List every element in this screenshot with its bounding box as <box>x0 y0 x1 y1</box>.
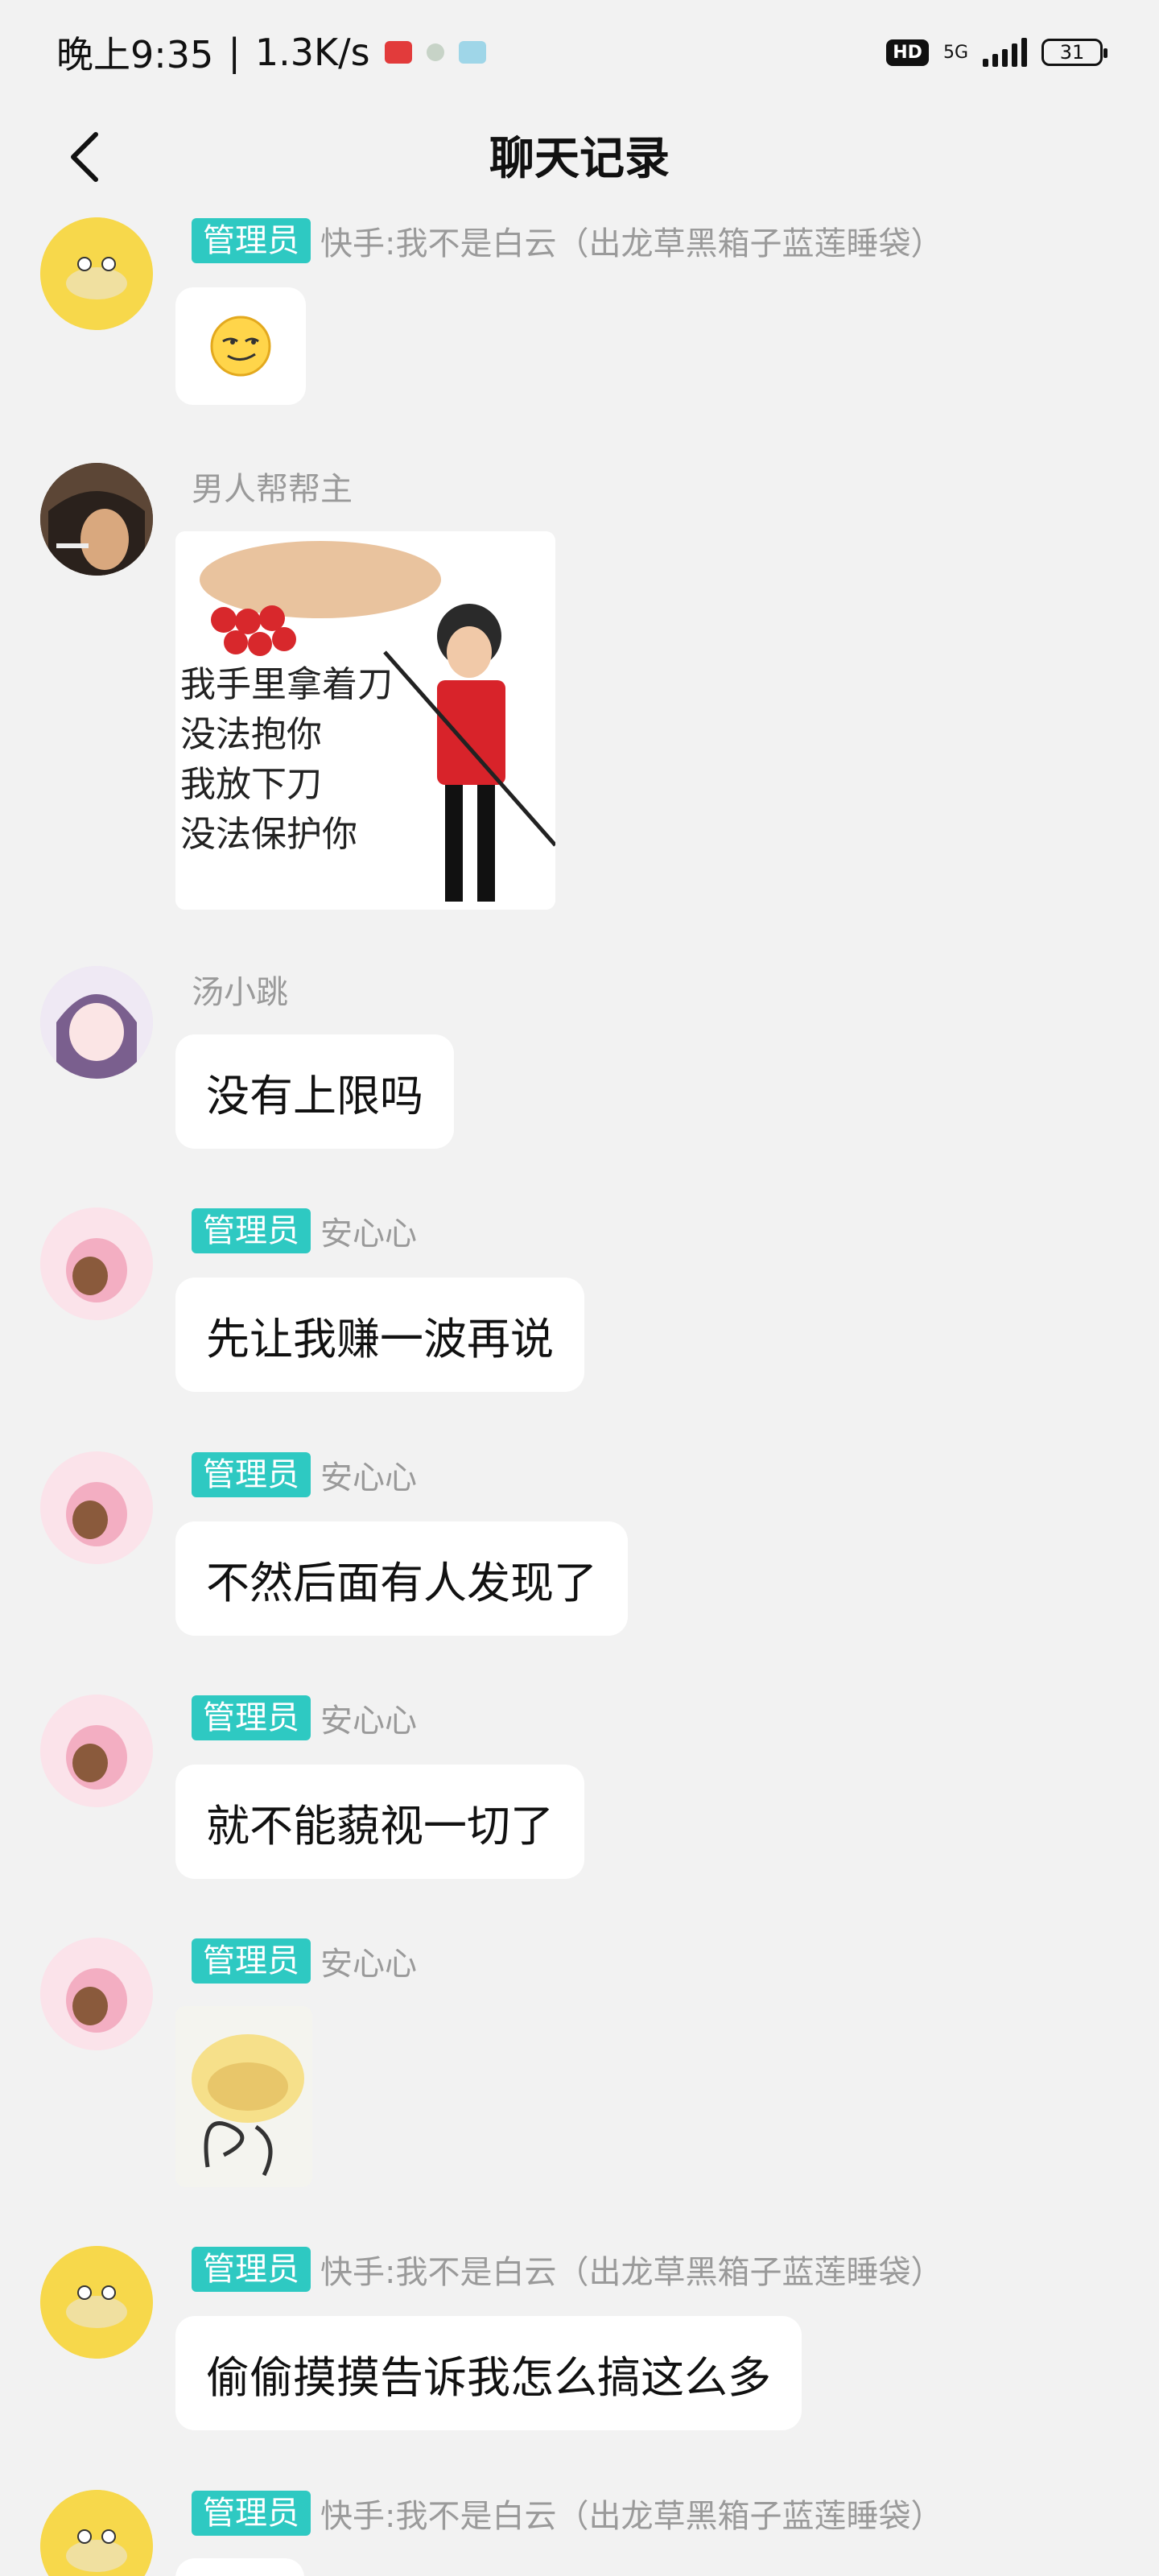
text-bubble[interactable]: 不然后面有人发现了 <box>175 1521 628 1636</box>
app-notification-icon <box>384 41 412 64</box>
avatar[interactable] <box>40 966 153 1079</box>
message-item: 管理员 快手:我不是白云（出龙草黑箱子蓝莲睡袋） 偷偷摸摸告诉我怎么搞这么多 <box>0 2234 1159 2443</box>
text-bubble[interactable] <box>175 2558 304 2576</box>
admin-badge: 管理员 <box>192 1452 311 1497</box>
image-caption: 我手里拿着刀 没法抱你 我放下刀 没法保护你 <box>180 660 393 860</box>
image-caption-line: 没法抱你 <box>180 714 322 755</box>
sender-name: 快手:我不是白云（出龙草黑箱子蓝莲睡袋） <box>320 225 943 262</box>
back-button[interactable] <box>56 129 113 185</box>
message-meta: 管理员 快手:我不是白云（出龙草黑箱子蓝莲睡袋） <box>192 2247 942 2292</box>
chevron-left-icon <box>71 132 98 182</box>
status-time: 晚上9:35 <box>56 33 214 76</box>
gallery-notification-icon <box>458 41 486 64</box>
avatar[interactable] <box>40 463 153 576</box>
avatar[interactable] <box>40 2490 153 2576</box>
message-meta: 管理员 快手:我不是白云（出龙草黑箱子蓝莲睡袋） <box>192 2491 942 2536</box>
sender-name: 安心心 <box>320 1216 417 1253</box>
avatar[interactable] <box>40 1938 153 2050</box>
sender-name: 安心心 <box>320 1703 417 1740</box>
sender-name: 快手:我不是白云（出龙草黑箱子蓝莲睡袋） <box>320 2498 943 2535</box>
cat-sticker-icon <box>192 2034 304 2177</box>
status-separator: | <box>228 31 241 74</box>
message-item: 管理员 安心心 先让我赚一波再说 <box>0 1195 1159 1405</box>
signal-icon <box>983 38 1027 67</box>
admin-badge: 管理员 <box>192 1938 311 1984</box>
dot-notification-icon <box>426 43 444 61</box>
avatar[interactable] <box>40 2246 153 2359</box>
battery-level: 31 <box>1059 41 1085 64</box>
nav-bar: 聊天记录 <box>0 105 1159 205</box>
message-meta: 管理员 安心心 <box>192 1938 417 1984</box>
message-meta: 管理员 快手:我不是白云（出龙草黑箱子蓝莲睡袋） <box>192 218 942 263</box>
sender-name: 汤小跳 <box>192 974 288 1011</box>
message-item: 汤小跳 没有上限吗 <box>0 954 1159 1155</box>
avatar[interactable] <box>40 1695 153 1807</box>
message-item: 男人帮帮主 我手里拿着刀 没法抱你 我放下刀 没法保护你 <box>0 451 1159 918</box>
image-caption-line: 没法保护你 <box>180 814 357 855</box>
battery-icon: 31 <box>1041 39 1107 66</box>
sender-name: 快手:我不是白云（出龙草黑箱子蓝莲睡袋） <box>320 2254 943 2291</box>
avatar[interactable] <box>40 1208 153 1320</box>
image-caption-line: 我放下刀 <box>180 764 322 805</box>
admin-badge: 管理员 <box>192 2247 311 2292</box>
message-item: 管理员 安心心 <box>0 1926 1159 2199</box>
message-meta: 汤小跳 <box>192 967 288 1012</box>
message-meta: 管理员 安心心 <box>192 1208 417 1253</box>
sticker-message[interactable] <box>175 2006 312 2187</box>
message-meta: 管理员 安心心 <box>192 1452 417 1497</box>
admin-badge: 管理员 <box>192 2491 311 2536</box>
message-item: 管理员 安心心 就不能藐视一切了 <box>0 1682 1159 1892</box>
admin-badge: 管理员 <box>192 1695 311 1740</box>
message-item: 管理员 快手:我不是白云（出龙草黑箱子蓝莲睡袋） <box>0 2478 1159 2576</box>
sender-name: 男人帮帮主 <box>192 471 353 508</box>
avatar[interactable] <box>40 1451 153 1564</box>
network-type: 5G <box>942 42 968 63</box>
message-meta: 男人帮帮主 <box>192 464 353 509</box>
text-bubble[interactable]: 先让我赚一波再说 <box>175 1278 584 1392</box>
status-bar: 晚上9:35 | 1.3K/s HD 5G 31 <box>0 0 1159 105</box>
text-bubble[interactable]: 就不能藐视一切了 <box>175 1765 584 1879</box>
hd-icon: HD <box>886 39 929 66</box>
smirk-emoji-icon <box>210 316 271 377</box>
text-bubble[interactable]: 没有上限吗 <box>175 1034 454 1149</box>
image-caption-line: 我手里拿着刀 <box>180 664 393 705</box>
admin-badge: 管理员 <box>192 1208 311 1253</box>
emoji-message[interactable] <box>175 287 306 405</box>
message-item: 管理员 安心心 不然后面有人发现了 <box>0 1439 1159 1649</box>
text-bubble[interactable]: 偷偷摸摸告诉我怎么搞这么多 <box>175 2316 802 2430</box>
message-item: 管理员 快手:我不是白云（出龙草黑箱子蓝莲睡袋） <box>0 205 1159 407</box>
network-speed: 1.3K/s <box>254 31 370 74</box>
avatar[interactable] <box>40 217 153 330</box>
page-title: 聊天记录 <box>489 133 670 185</box>
image-message[interactable]: 我手里拿着刀 没法抱你 我放下刀 没法保护你 <box>175 531 555 910</box>
sender-name: 安心心 <box>320 1946 417 1983</box>
sender-name: 安心心 <box>320 1459 417 1496</box>
message-meta: 管理员 安心心 <box>192 1695 417 1740</box>
admin-badge: 管理员 <box>192 218 311 263</box>
